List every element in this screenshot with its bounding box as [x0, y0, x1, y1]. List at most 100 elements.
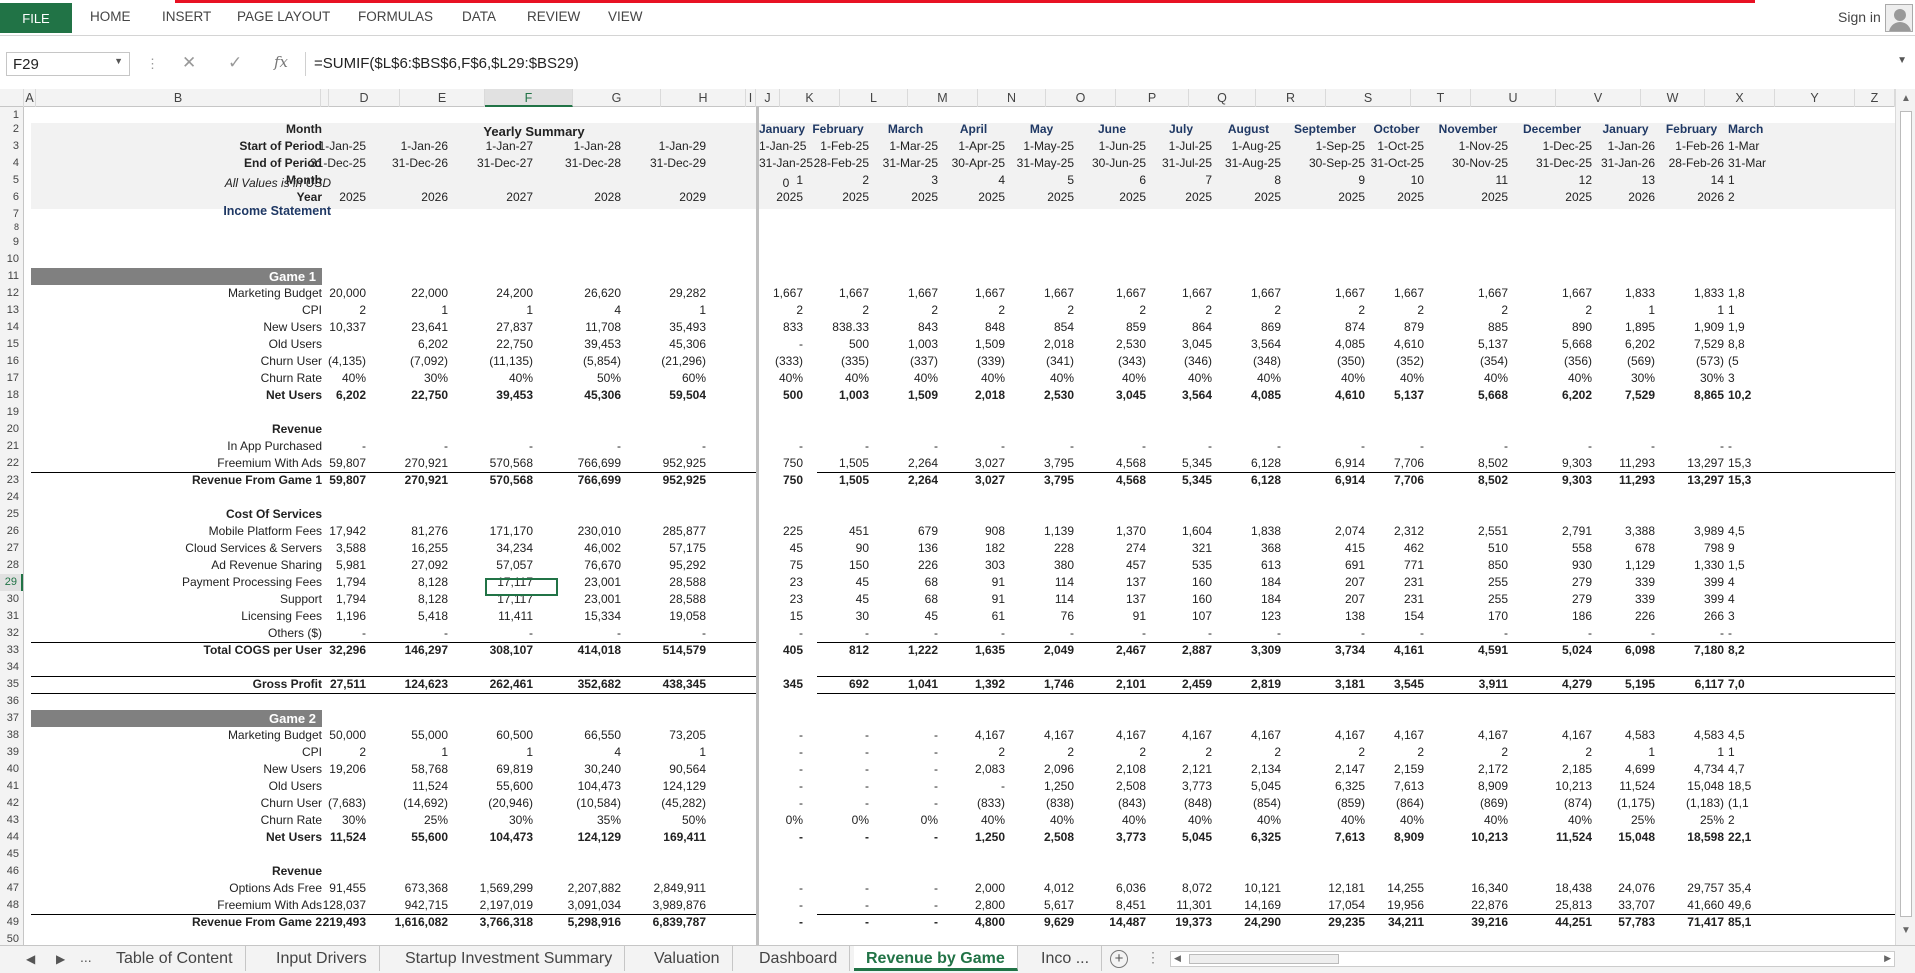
monthly-header-cell[interactable]: 2025	[1216, 189, 1281, 206]
monthly-cell[interactable]: 160	[1150, 591, 1212, 608]
monthly-cell[interactable]: 3,027	[942, 455, 1005, 472]
row-header[interactable]: 17	[0, 370, 23, 387]
monthly-cell[interactable]: 207	[1285, 574, 1365, 591]
tab-insert[interactable]: INSERT	[162, 9, 211, 24]
monthly-cell[interactable]: 12,181	[1285, 880, 1365, 897]
row-header[interactable]: 14	[0, 319, 23, 336]
annual-cell[interactable]: 25%	[370, 812, 448, 829]
monthly-cell[interactable]: 1,370	[1078, 523, 1146, 540]
monthly-cell[interactable]: 1,041	[873, 676, 938, 693]
monthly-header-cell[interactable]: 1-Mar-25	[873, 138, 938, 155]
monthly-cell[interactable]: 1,667	[1150, 285, 1212, 302]
column-header[interactable]: X	[1705, 89, 1775, 107]
sheet-tab[interactable]: Dashboard	[747, 946, 851, 971]
row-header[interactable]: 27	[0, 540, 23, 557]
monthly-cell[interactable]: 71,417	[1659, 914, 1724, 931]
monthly-cell[interactable]: 1,635	[942, 642, 1005, 659]
annual-cell[interactable]: 39,453	[452, 387, 533, 404]
column-header[interactable]	[321, 89, 329, 107]
annual-header-cell[interactable]: 2025	[299, 189, 366, 206]
monthly-cell[interactable]: 91	[1078, 608, 1146, 625]
monthly-cell[interactable]: 4,610	[1285, 387, 1365, 404]
monthly-header-cell[interactable]: July	[1150, 121, 1212, 138]
monthly-cell[interactable]: 255	[1428, 574, 1508, 591]
monthly-cell[interactable]: 57,783	[1596, 914, 1655, 931]
annual-header-cell[interactable]	[299, 121, 366, 138]
monthly-cell[interactable]: 2	[1285, 302, 1365, 319]
annual-header-cell[interactable]: 31-Dec-27	[452, 155, 533, 172]
monthly-cell[interactable]: 462	[1369, 540, 1424, 557]
annual-cell[interactable]: 60,500	[452, 727, 533, 744]
column-header[interactable]: J	[756, 89, 780, 107]
row-header[interactable]: 42	[0, 795, 23, 812]
monthly-header-cell[interactable]: 2	[807, 172, 869, 189]
annual-cell[interactable]: 169,411	[625, 829, 706, 846]
monthly-cell[interactable]: 9,303	[1512, 472, 1592, 489]
monthly-cell[interactable]: 30%	[1596, 370, 1655, 387]
monthly-cell[interactable]: -	[1150, 625, 1212, 642]
monthly-header-cell[interactable]: 28-Feb-26	[1659, 155, 1724, 172]
monthly-cell[interactable]: 1,392	[942, 676, 1005, 693]
column-header[interactable]: T	[1411, 89, 1471, 107]
column-header[interactable]: P	[1116, 89, 1189, 107]
monthly-cell[interactable]: 2,530	[1009, 387, 1074, 404]
annual-cell[interactable]: 3,989,876	[625, 897, 706, 914]
annual-cell[interactable]: 6,202	[299, 387, 366, 404]
monthly-cell[interactable]: 40%	[1512, 812, 1592, 829]
monthly-cell[interactable]: 4	[1728, 574, 1735, 591]
monthly-header-cell[interactable]: May	[1009, 121, 1074, 138]
monthly-cell[interactable]: 85,1	[1728, 914, 1751, 931]
annual-header-cell[interactable]: 31-Dec-25	[299, 155, 366, 172]
monthly-cell[interactable]: 137	[1078, 591, 1146, 608]
annual-header-cell[interactable]	[537, 172, 621, 189]
annual-cell[interactable]: 28,588	[625, 574, 706, 591]
row-header[interactable]: 2	[0, 121, 23, 138]
monthly-cell[interactable]: 8,502	[1428, 455, 1508, 472]
monthly-header-cell[interactable]: 2025	[1369, 189, 1424, 206]
monthly-cell[interactable]: 10,213	[1428, 829, 1508, 846]
monthly-cell[interactable]: -	[873, 795, 938, 812]
column-header[interactable]: S	[1326, 89, 1411, 107]
annual-header-cell[interactable]: 1-Jan-27	[452, 138, 533, 155]
annual-cell[interactable]: 1	[625, 302, 706, 319]
monthly-cell[interactable]: 11,301	[1150, 897, 1212, 914]
row-header[interactable]: 6	[0, 189, 23, 206]
row-header[interactable]: 48	[0, 897, 23, 914]
monthly-cell[interactable]: 854	[1009, 319, 1074, 336]
monthly-cell[interactable]: 750	[759, 472, 803, 489]
annual-cell[interactable]: 11,524	[370, 778, 448, 795]
horizontal-scroll-thumb[interactable]	[1189, 954, 1339, 964]
monthly-cell[interactable]: 15	[759, 608, 803, 625]
monthly-cell[interactable]: 2,185	[1512, 761, 1592, 778]
monthly-cell[interactable]: 3,564	[1216, 336, 1281, 353]
monthly-cell[interactable]: 45	[759, 540, 803, 557]
annual-cell[interactable]: 1	[452, 302, 533, 319]
monthly-cell[interactable]: 1,509	[873, 387, 938, 404]
monthly-cell[interactable]: 30%	[1659, 370, 1724, 387]
monthly-cell[interactable]: 226	[1596, 608, 1655, 625]
monthly-cell[interactable]: 2,108	[1078, 761, 1146, 778]
row-header[interactable]: 31	[0, 608, 23, 625]
monthly-cell[interactable]: 4,583	[1659, 727, 1724, 744]
monthly-cell[interactable]: -	[873, 897, 938, 914]
monthly-cell[interactable]: 2,134	[1216, 761, 1281, 778]
monthly-cell[interactable]: -	[1728, 625, 1732, 642]
monthly-header-cell[interactable]: 1-Jan-25	[759, 138, 806, 155]
monthly-header-cell[interactable]: 31-Jan-26	[1596, 155, 1655, 172]
monthly-cell[interactable]: 3,027	[942, 472, 1005, 489]
monthly-cell[interactable]: 2,172	[1428, 761, 1508, 778]
monthly-cell[interactable]: 1	[1659, 302, 1724, 319]
monthly-cell[interactable]: 7,0	[1728, 676, 1745, 693]
annual-cell[interactable]: -	[452, 625, 533, 642]
monthly-cell[interactable]: 33,707	[1596, 897, 1655, 914]
monthly-cell[interactable]: -	[1216, 625, 1281, 642]
monthly-cell[interactable]: -	[807, 829, 869, 846]
annual-cell[interactable]: 40%	[299, 370, 366, 387]
monthly-cell[interactable]: 2,508	[1078, 778, 1146, 795]
annual-cell[interactable]: 35,493	[625, 319, 706, 336]
monthly-cell[interactable]: 2,121	[1150, 761, 1212, 778]
annual-cell[interactable]: 570,568	[452, 455, 533, 472]
monthly-header-cell[interactable]: 1-Feb-26	[1659, 138, 1724, 155]
monthly-cell[interactable]: -	[873, 914, 938, 931]
monthly-cell[interactable]: -	[873, 778, 938, 795]
